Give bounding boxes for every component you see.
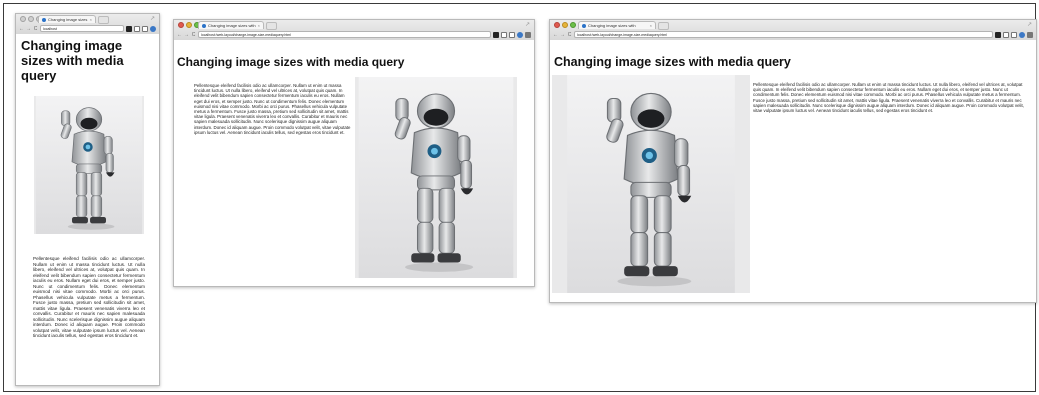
browser-tab[interactable]: Changing image sizes with × — [198, 21, 264, 29]
page-title: Changing image sizes with media query — [554, 55, 791, 69]
zoom-window-icon[interactable] — [570, 22, 576, 28]
forward-icon[interactable]: → — [184, 32, 189, 38]
reload-icon[interactable]: C — [567, 32, 572, 38]
page-content: Changing image sizes with media query Pe… — [16, 34, 159, 385]
address-bar[interactable]: localhost:/web-layout/change-image-size-… — [574, 31, 993, 38]
close-window-icon[interactable] — [178, 22, 184, 28]
minimize-window-icon[interactable] — [28, 16, 34, 22]
robot-photo — [35, 96, 143, 234]
body-paragraph: Pellentesque eleifend facilisis odio ac … — [753, 82, 1024, 114]
robot-photo — [566, 75, 736, 293]
address-url: localhost — [43, 26, 57, 31]
tab-bar: Changing image sizes with × ↗ — [16, 14, 159, 24]
close-window-icon[interactable] — [20, 16, 26, 22]
browser-chrome: Changing image sizes with × ↗ ← → C loca… — [550, 20, 1036, 41]
forward-icon[interactable]: → — [560, 32, 565, 38]
forward-icon[interactable]: → — [26, 26, 31, 32]
robot-photo — [357, 77, 515, 278]
tab-title: Changing image sizes with — [208, 23, 256, 28]
tab-bar: Changing image sizes with × ↗ — [550, 20, 1036, 30]
extension-icon[interactable] — [517, 31, 523, 38]
reload-icon[interactable]: C — [191, 32, 196, 38]
minimize-window-icon[interactable] — [562, 22, 568, 28]
tab-bar: Changing image sizes with × ↗ — [174, 20, 534, 30]
window-controls — [554, 22, 576, 28]
reload-icon[interactable]: C — [33, 26, 38, 32]
browser-chrome: Changing image sizes with × ↗ ← → C loca… — [174, 20, 534, 41]
back-icon[interactable]: ← — [177, 32, 182, 38]
fullscreen-icon[interactable]: ↗ — [525, 21, 530, 28]
extension-icon[interactable] — [134, 25, 140, 32]
extension-icon[interactable] — [126, 25, 132, 32]
page-favicon-icon — [202, 23, 206, 28]
address-url: localhost:/web-layout/change-image-size-… — [201, 32, 292, 37]
tab-close-icon[interactable]: × — [650, 23, 652, 28]
browser-window-narrow: Changing image sizes with × ↗ ← → C loca… — [15, 13, 160, 386]
robot-image — [552, 75, 750, 293]
page-content: Changing image sizes with media query Pe… — [550, 40, 1036, 302]
extension-icon[interactable] — [1011, 31, 1017, 38]
tab-title: Changing image sizes with — [588, 23, 636, 28]
page-title: Changing image sizes with media query — [177, 55, 405, 69]
fullscreen-icon[interactable]: ↗ — [150, 15, 155, 22]
browser-chrome: Changing image sizes with × ↗ ← → C loca… — [16, 14, 159, 35]
minimize-window-icon[interactable] — [186, 22, 192, 28]
robot-image — [355, 77, 517, 278]
window-controls — [178, 22, 200, 28]
browser-tab[interactable]: Changing image sizes with × — [578, 21, 656, 29]
extension-icon[interactable] — [995, 31, 1001, 38]
browser-toolbar: ← → C localhost:/web-layout/change-image… — [550, 29, 1036, 40]
address-bar[interactable]: localhost — [40, 25, 124, 32]
back-icon[interactable]: ← — [19, 26, 24, 32]
browser-toolbar: ← → C localhost — [16, 23, 159, 34]
browser-window-medium: Changing image sizes with × ↗ ← → C loca… — [173, 19, 535, 287]
tab-close-icon[interactable]: × — [90, 17, 92, 22]
extension-icon[interactable] — [142, 25, 148, 32]
address-url: localhost:/web-layout/change-image-size-… — [577, 32, 668, 37]
extension-icon[interactable] — [509, 31, 515, 38]
browser-window-wide: Changing image sizes with × ↗ ← → C loca… — [549, 19, 1037, 303]
extension-icon[interactable] — [501, 31, 507, 38]
page-favicon-icon — [582, 23, 586, 28]
extension-icon[interactable] — [150, 25, 156, 32]
body-paragraph: Pellentesque eleifend facilisis odio ac … — [33, 256, 145, 338]
body-paragraph: Pellentesque eleifend facilisis odio ac … — [194, 83, 351, 135]
fullscreen-icon[interactable]: ↗ — [1027, 21, 1032, 28]
page-favicon-icon — [42, 17, 46, 22]
back-icon[interactable]: ← — [553, 32, 558, 38]
browser-tab[interactable]: Changing image sizes with × — [38, 15, 96, 23]
extension-icon[interactable] — [525, 31, 531, 38]
close-window-icon[interactable] — [554, 22, 560, 28]
address-bar[interactable]: localhost:/web-layout/change-image-size-… — [198, 31, 491, 38]
tab-title: Changing image sizes with — [48, 17, 88, 22]
tab-close-icon[interactable]: × — [258, 23, 260, 28]
extension-icon[interactable] — [1027, 31, 1033, 38]
page-title: Changing image sizes with media query — [21, 38, 124, 83]
extension-icon[interactable] — [1003, 31, 1009, 38]
extension-icon[interactable] — [493, 31, 499, 38]
extension-icon[interactable] — [1019, 31, 1025, 38]
browser-toolbar: ← → C localhost:/web-layout/change-image… — [174, 29, 534, 40]
robot-image — [34, 96, 144, 234]
page-content: Changing image sizes with media query Pe… — [174, 40, 534, 286]
